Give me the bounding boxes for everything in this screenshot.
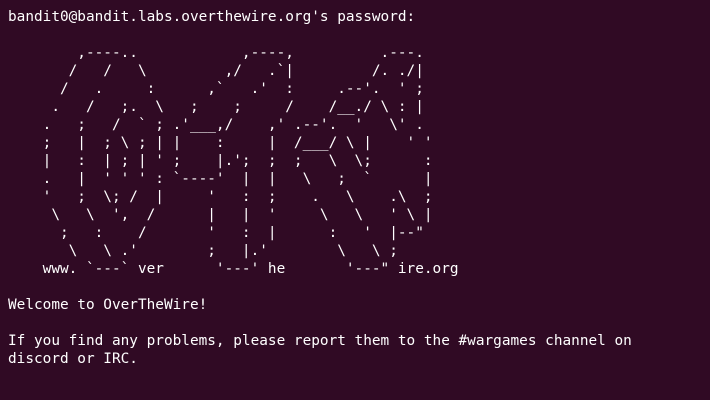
- terminal-window[interactable]: bandit0@bandit.labs.overthewire.org's pa…: [0, 8, 710, 400]
- ascii-art-line: ' ; \; / | ' : ; . \ .\ ;: [8, 189, 433, 205]
- ascii-art-line: / / \ ,/ .`| /. ./|: [8, 63, 424, 79]
- password-prompt: bandit0@bandit.labs.overthewire.org's pa…: [8, 8, 710, 26]
- ascii-art-line: . / ;. \ ; ; / /__./ \ : |: [8, 99, 424, 115]
- ascii-art-line: \ \ .' ; |.' \ \ ;: [8, 243, 398, 259]
- ascii-art-line: . ; / ` ; .'___,/ ,' .--'. ' \' .: [8, 117, 424, 133]
- ascii-art-line: ,----.. ,----, .---.: [8, 45, 424, 61]
- info-line: If you find any problems, please report …: [8, 333, 632, 349]
- ascii-art-line: ; | ; \ ; | | : | /___/ \ | ' ': [8, 135, 433, 151]
- ascii-art-line: / . : ,` .' : .--'. ' ;: [8, 81, 424, 97]
- ascii-art-line: ; : / ' : | : ' |--": [8, 225, 424, 241]
- ascii-art-line: . | ' ' ' : `----' | | \ ; ` |: [8, 171, 433, 187]
- ascii-art-line: www. `---` ver '---' he '---" ire.org: [8, 261, 459, 277]
- ascii-art-line: \ \ ', / | | ' \ \ ' \ |: [8, 207, 433, 223]
- info-line: discord or IRC.: [8, 351, 138, 367]
- ascii-art-line: | : | ; | ' ; |.'; ; ; \ \; :: [8, 153, 433, 169]
- welcome-message: Welcome to OverTheWire!: [8, 297, 208, 313]
- info-message: If you find any problems, please report …: [8, 332, 710, 368]
- ascii-art-banner: ,----.. ,----, .---. / / \ ,/ .`| /. ./|…: [8, 44, 710, 278]
- password-prompt-text: bandit0@bandit.labs.overthewire.org's pa…: [8, 9, 416, 25]
